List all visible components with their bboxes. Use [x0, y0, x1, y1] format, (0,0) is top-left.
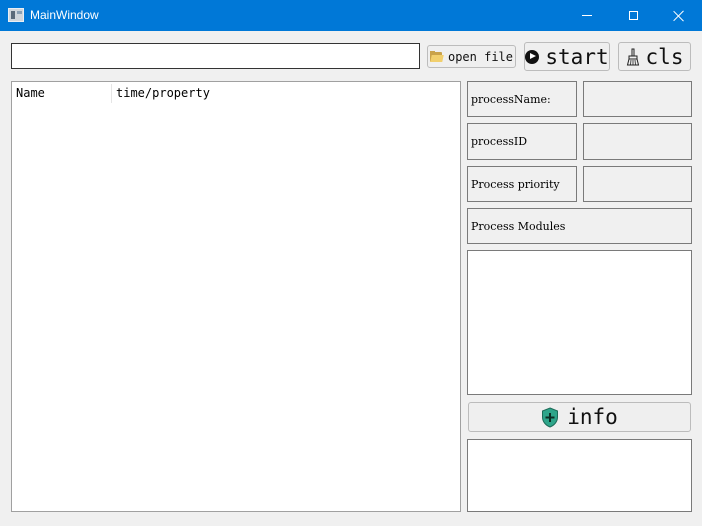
open-file-button[interactable]: open file — [427, 45, 516, 68]
column-header-time-property[interactable]: time/property — [116, 86, 210, 100]
process-modules-label: Process Modules — [467, 208, 692, 244]
process-modules-list[interactable] — [467, 250, 692, 395]
close-button[interactable] — [656, 0, 702, 31]
close-icon — [673, 10, 685, 22]
process-id-value — [583, 123, 692, 160]
column-header-name[interactable]: Name — [16, 86, 45, 100]
process-name-value — [583, 81, 692, 117]
maximize-icon — [628, 11, 638, 20]
cls-label: cls — [645, 44, 684, 69]
maximize-button[interactable] — [610, 0, 656, 31]
info-label: info — [567, 405, 618, 429]
clear-button[interactable]: cls — [618, 42, 691, 71]
process-name-label: processName: — [467, 81, 577, 117]
list-header: Name time/property — [12, 82, 460, 104]
minimize-button[interactable] — [564, 0, 610, 31]
folder-icon — [429, 51, 444, 62]
shield-plus-icon — [542, 406, 559, 428]
title-bar[interactable]: MainWindow — [0, 0, 702, 31]
start-button[interactable]: start — [524, 42, 610, 71]
process-priority-value — [583, 166, 692, 202]
process-tree-view[interactable]: Name time/property — [11, 81, 461, 512]
column-divider[interactable] — [111, 84, 112, 103]
broom-icon — [626, 48, 639, 65]
process-id-label: processID — [467, 123, 577, 160]
file-path-input[interactable] — [11, 43, 420, 69]
info-button[interactable]: info — [468, 402, 691, 432]
play-icon — [525, 49, 540, 64]
open-file-label: open file — [447, 49, 514, 64]
minimize-icon — [582, 15, 592, 16]
app-icon — [8, 8, 24, 22]
window-title: MainWindow — [30, 8, 99, 22]
start-label: start — [545, 44, 609, 69]
info-output-area[interactable] — [467, 439, 692, 512]
process-priority-label: Process priority — [467, 166, 577, 202]
